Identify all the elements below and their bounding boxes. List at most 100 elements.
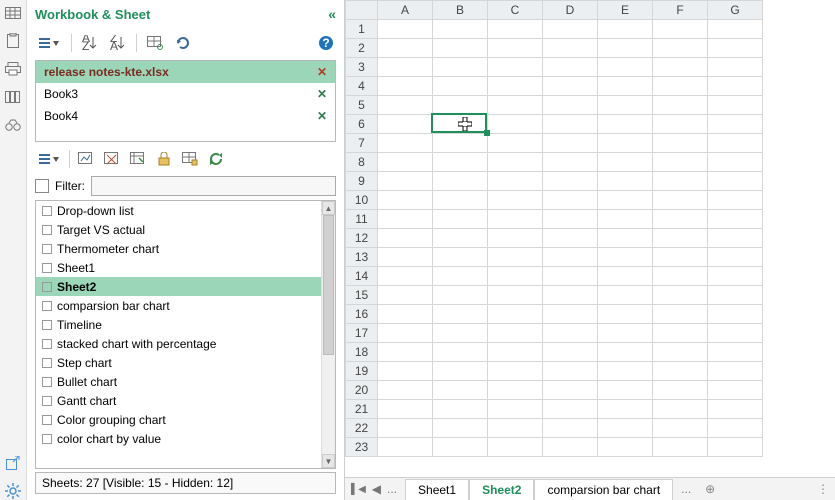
sort-desc-button[interactable]: ZA [108,33,128,53]
grid-cell[interactable] [598,210,653,229]
grid-cell[interactable] [433,210,488,229]
grid-cell[interactable] [708,381,763,400]
grid-cell[interactable] [488,248,543,267]
grid-cell[interactable] [543,400,598,419]
grid-cell[interactable] [653,115,708,134]
grid-cell[interactable] [708,324,763,343]
refresh-button[interactable] [173,33,193,53]
gear-icon[interactable] [3,482,23,500]
grid-cell[interactable] [543,438,598,457]
grid-cell[interactable] [598,400,653,419]
grid-cell[interactable] [708,172,763,191]
row-header[interactable]: 20 [346,381,378,400]
grid-cell[interactable] [378,58,433,77]
grid-cell[interactable] [543,286,598,305]
grid-cell[interactable] [488,419,543,438]
grid-cell[interactable] [708,134,763,153]
grid-cell[interactable] [378,96,433,115]
sheet-list-item[interactable]: Thermometer chart [36,239,321,258]
sheet-list-item[interactable]: Timeline [36,315,321,334]
filter-input[interactable] [91,176,336,196]
grid-cell[interactable] [433,400,488,419]
grid-cell[interactable] [653,400,708,419]
grid-cell[interactable] [653,77,708,96]
grid-cell[interactable] [653,362,708,381]
row-header[interactable]: 9 [346,172,378,191]
column-header[interactable]: B [433,1,488,20]
row-header[interactable]: 13 [346,248,378,267]
panel-collapse-button[interactable]: « [328,6,336,22]
grid-cell[interactable] [378,381,433,400]
sheet-list-item[interactable]: comparsion bar chart [36,296,321,315]
grid-cell[interactable] [708,115,763,134]
grid-cell[interactable] [653,343,708,362]
grid-cell[interactable] [543,229,598,248]
column-header[interactable]: C [488,1,543,20]
row-header[interactable]: 11 [346,210,378,229]
grid-cell[interactable] [598,153,653,172]
sheet-list-item[interactable]: stacked chart with percentage [36,334,321,353]
sheet-tab[interactable]: Sheet1 [405,479,469,500]
sheet-protect-grid-button[interactable] [180,149,200,169]
column-header[interactable]: A [378,1,433,20]
sheet-list-item[interactable]: Bullet chart [36,372,321,391]
grid-cell[interactable] [543,343,598,362]
grid-cell[interactable] [598,267,653,286]
grid-cell[interactable] [543,191,598,210]
grid-cell[interactable] [598,39,653,58]
table-icon[interactable] [3,4,23,22]
row-header[interactable]: 22 [346,419,378,438]
help-button[interactable]: ? [316,33,336,53]
sheet-list-menu-button[interactable] [35,149,63,169]
row-header[interactable]: 7 [346,134,378,153]
grid-cell[interactable] [708,77,763,96]
sheet-list-item[interactable]: Drop-down list [36,201,321,220]
grid-cell[interactable] [653,96,708,115]
sheet-checkbox[interactable] [42,358,52,368]
grid-cell[interactable] [708,438,763,457]
grid-cell[interactable] [653,286,708,305]
sheet-checkbox[interactable] [42,225,52,235]
row-header[interactable]: 1 [346,20,378,39]
grid-cell[interactable] [433,115,488,134]
grid-cell[interactable] [653,58,708,77]
grid-cell[interactable] [543,172,598,191]
sheet-tab[interactable]: Sheet2 [469,479,534,500]
grid-cell[interactable] [543,153,598,172]
popout-icon[interactable] [3,454,23,472]
grid-cell[interactable] [708,210,763,229]
row-header[interactable]: 12 [346,229,378,248]
grid-cell[interactable] [378,191,433,210]
sheet-list-item[interactable]: Gantt chart [36,391,321,410]
grid-cell[interactable] [488,286,543,305]
grid-cell[interactable] [543,134,598,153]
grid-cell[interactable] [543,305,598,324]
grid-cell[interactable] [378,305,433,324]
row-header[interactable]: 6 [346,115,378,134]
sheet-checkbox[interactable] [42,339,52,349]
grid-cell[interactable] [378,229,433,248]
printer-icon[interactable] [3,60,23,78]
grid-cell[interactable] [598,20,653,39]
sheet-list-item[interactable]: Step chart [36,353,321,372]
select-all-cell[interactable] [346,1,378,20]
grid-cell[interactable] [433,96,488,115]
row-header[interactable]: 2 [346,39,378,58]
scroll-up-button[interactable]: ▲ [322,201,335,215]
grid-cell[interactable] [653,39,708,58]
column-header[interactable]: F [653,1,708,20]
grid-cell[interactable] [488,172,543,191]
row-header[interactable]: 19 [346,362,378,381]
grid-cell[interactable] [598,77,653,96]
grid-cell[interactable] [433,324,488,343]
grid-cell[interactable] [708,229,763,248]
grid-cell[interactable] [653,438,708,457]
grid-cell[interactable] [488,438,543,457]
grid-cell[interactable] [378,324,433,343]
fill-handle[interactable] [484,130,490,136]
row-header[interactable]: 14 [346,267,378,286]
tabs-nav-prev-icon[interactable]: ◀ [372,482,381,496]
grid-cell[interactable] [378,115,433,134]
grid-cell[interactable] [708,96,763,115]
add-sheet-button[interactable]: ⊕ [705,482,715,496]
